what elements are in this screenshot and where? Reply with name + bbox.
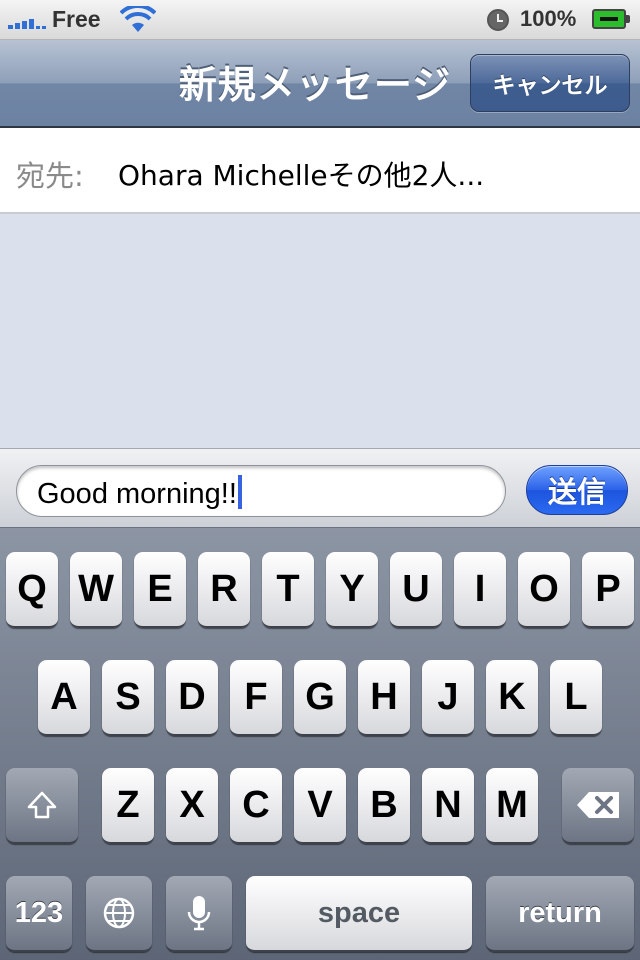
- key-g[interactable]: G: [294, 660, 346, 736]
- recipient-field[interactable]: 宛先: Ohara Michelleその他2人...: [0, 128, 640, 214]
- key-e[interactable]: E: [134, 552, 186, 628]
- key-d[interactable]: D: [166, 660, 218, 736]
- space-key[interactable]: space: [246, 876, 472, 952]
- key-r[interactable]: R: [198, 552, 250, 628]
- numbers-key[interactable]: 123: [6, 876, 72, 952]
- shift-key[interactable]: [6, 768, 78, 844]
- message-input-text: Good morning!!: [37, 478, 237, 510]
- key-i[interactable]: I: [454, 552, 506, 628]
- text-caret: [237, 475, 242, 509]
- send-button[interactable]: 送信: [526, 465, 628, 515]
- key-x[interactable]: X: [166, 768, 218, 844]
- key-l[interactable]: L: [550, 660, 602, 736]
- battery-percent: 100%: [520, 6, 577, 31]
- compose-bar: Good morning!! 送信: [0, 448, 640, 528]
- key-n[interactable]: N: [422, 768, 474, 844]
- cancel-button[interactable]: キャンセル: [470, 54, 630, 112]
- key-c[interactable]: C: [230, 768, 282, 844]
- key-p[interactable]: P: [582, 552, 634, 628]
- key-z[interactable]: Z: [102, 768, 154, 844]
- key-a[interactable]: A: [38, 660, 90, 736]
- key-t[interactable]: T: [262, 552, 314, 628]
- recipient-label: 宛先:: [16, 159, 84, 193]
- globe-key[interactable]: [86, 876, 152, 952]
- message-list: [0, 216, 640, 448]
- return-key[interactable]: return: [486, 876, 634, 952]
- key-s[interactable]: S: [102, 660, 154, 736]
- backspace-key[interactable]: [562, 768, 634, 844]
- page-title: 新規メッセージ: [178, 63, 452, 107]
- recipient-value[interactable]: Ohara Michelleその他2人...: [118, 154, 484, 194]
- status-bar: Free 100%: [0, 0, 640, 40]
- key-k[interactable]: K: [486, 660, 538, 736]
- globe-icon: [103, 897, 135, 929]
- microphone-icon: [187, 896, 211, 931]
- keyboard: Q W E R T Y U I O P A S D F G H J K L Z …: [0, 528, 640, 960]
- key-o[interactable]: O: [518, 552, 570, 628]
- key-y[interactable]: Y: [326, 552, 378, 628]
- carrier-label: Free: [52, 6, 101, 32]
- microphone-key[interactable]: [166, 876, 232, 952]
- key-f[interactable]: F: [230, 660, 282, 736]
- message-input[interactable]: Good morning!!: [16, 465, 506, 517]
- key-m[interactable]: M: [486, 768, 538, 844]
- battery-icon: [592, 9, 630, 29]
- wifi-icon: [120, 6, 156, 32]
- clock-icon: [487, 9, 509, 31]
- key-v[interactable]: V: [294, 768, 346, 844]
- key-j[interactable]: J: [422, 660, 474, 736]
- key-h[interactable]: H: [358, 660, 410, 736]
- shift-icon: [27, 791, 57, 819]
- backspace-icon: [577, 792, 619, 818]
- navigation-bar: 新規メッセージ キャンセル: [0, 40, 640, 128]
- key-u[interactable]: U: [390, 552, 442, 628]
- key-b[interactable]: B: [358, 768, 410, 844]
- key-q[interactable]: Q: [6, 552, 58, 628]
- key-w[interactable]: W: [70, 552, 122, 628]
- signal-icon: [8, 15, 46, 29]
